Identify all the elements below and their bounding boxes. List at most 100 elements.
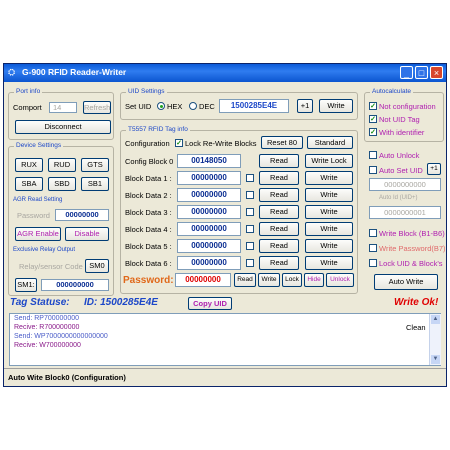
comport-select[interactable]: 14 xyxy=(49,102,77,113)
block-data-1-write-button[interactable]: Write xyxy=(305,171,353,185)
relay-code-label: Relay/sensor Code xyxy=(19,262,83,271)
block-data-2-read-button[interactable]: Read xyxy=(259,188,299,202)
close-button[interactable]: × xyxy=(430,66,443,79)
lock-rewrite-checkbox[interactable]: ✓ xyxy=(175,139,183,147)
write-password-checkbox[interactable] xyxy=(369,244,377,252)
block-data-6-read-button[interactable]: Read xyxy=(259,256,299,270)
pw-write-button[interactable]: Write xyxy=(258,273,280,287)
not-uid-tag-checkbox[interactable]: ✓ xyxy=(369,115,377,123)
block-data-6-checkbox[interactable] xyxy=(246,259,254,267)
block-data-3-field[interactable]: 00000000 xyxy=(177,205,241,219)
block-data-4-read-button[interactable]: Read xyxy=(259,222,299,236)
auto-options-group: Auto Unlock Auto Set UID +1 0000000000 A… xyxy=(364,146,446,268)
title-bar: ⛭ G-900 RFID Reader-Writer _ □ × xyxy=(4,64,446,82)
config-read-button[interactable]: Read xyxy=(259,154,299,168)
block-data-3-write-button[interactable]: Write xyxy=(305,205,353,219)
auto-unlock-checkbox[interactable] xyxy=(369,151,377,159)
sm0-button[interactable]: SM0 xyxy=(85,259,109,273)
maximize-button[interactable]: □ xyxy=(415,66,428,79)
sm1-field[interactable]: 000000000 xyxy=(41,279,109,291)
log-scrollbar[interactable]: ▲ ▼ xyxy=(429,314,441,365)
lock-uid-checkbox[interactable] xyxy=(369,259,377,267)
uid-field[interactable]: 1500285E4E xyxy=(219,99,289,113)
port-info-group: Port info Comport 14 Refresh Disconnect xyxy=(8,88,114,140)
block-data-1-field[interactable]: 00000000 xyxy=(177,171,241,185)
block-data-5-write-button[interactable]: Write xyxy=(305,239,353,253)
set-uid-label: Set UID xyxy=(125,102,152,111)
config-block-label: Config Block 0 xyxy=(125,157,174,166)
agr-disable-button[interactable]: Disable xyxy=(65,227,109,241)
block-data-5-read-button[interactable]: Read xyxy=(259,239,299,253)
rud-button[interactable]: RUD xyxy=(48,158,76,172)
auto-uid-field[interactable]: 0000000000 xyxy=(369,178,441,191)
device-settings-group: Device Settings RUX RUD GTS SBA SBD SB1 … xyxy=(8,142,114,296)
tag-password-field[interactable]: 00000000 xyxy=(175,273,231,287)
minimize-button[interactable]: _ xyxy=(400,66,413,79)
auto-uid-plus-one-button[interactable]: +1 xyxy=(427,163,441,175)
auto-write-button[interactable]: Auto Write xyxy=(374,274,438,290)
with-identifier-label: With identifier xyxy=(379,128,425,137)
autocalculate-legend: Autocalculate xyxy=(370,88,414,95)
clean-button[interactable]: Clean xyxy=(406,323,426,332)
scroll-up-icon[interactable]: ▲ xyxy=(431,315,440,324)
config-block-field[interactable]: 00148050 xyxy=(177,154,241,168)
auto-set-uid-checkbox[interactable] xyxy=(369,166,377,174)
reset80-button[interactable]: Reset 80 xyxy=(261,136,303,149)
block-data-6-field[interactable]: 00000000 xyxy=(177,256,241,270)
block-data-1-checkbox[interactable] xyxy=(246,174,254,182)
not-configuration-label: Not configuration xyxy=(379,102,436,111)
auto-id-label: Auto Id (UID+) xyxy=(379,195,418,201)
sm1-button[interactable]: SM1: xyxy=(15,278,37,292)
dec-radio[interactable] xyxy=(189,102,197,110)
auto-id-field[interactable]: 0000000001 xyxy=(369,206,441,219)
rfid-app-icon: ⛭ xyxy=(8,67,16,77)
window-title: G-900 RFID Reader-Writer xyxy=(22,67,127,77)
gts-button[interactable]: GTS xyxy=(81,158,109,172)
write-lock-button[interactable]: Write Lock xyxy=(305,154,353,168)
autocalculate-group: Autocalculate ✓ Not configuration ✓ Not … xyxy=(364,88,444,142)
agr-password-field[interactable]: 00000000 xyxy=(55,209,109,221)
standard-button[interactable]: Standard xyxy=(307,136,353,149)
block-data-5-checkbox[interactable] xyxy=(246,242,254,250)
agr-password-label: Password xyxy=(17,211,50,220)
block-data-5-field[interactable]: 00000000 xyxy=(177,239,241,253)
block-data-3-read-button[interactable]: Read xyxy=(259,205,299,219)
block-data-2-checkbox[interactable] xyxy=(246,191,254,199)
pw-read-button[interactable]: Read xyxy=(234,273,256,287)
block-data-3-checkbox[interactable] xyxy=(246,208,254,216)
scroll-down-icon[interactable]: ▼ xyxy=(431,355,440,364)
write-block-label: Write Block (B1-B6) xyxy=(379,229,445,238)
configuration-label: Configuration xyxy=(125,139,170,148)
with-identifier-checkbox[interactable]: ✓ xyxy=(369,128,377,136)
disconnect-button[interactable]: Disconnect xyxy=(15,120,111,134)
relay-output-label: Exclusive Relay Output xyxy=(13,247,76,253)
pw-lock-button[interactable]: Lock xyxy=(282,273,302,287)
agr-enable-button[interactable]: AGR Enable xyxy=(15,227,61,241)
pw-unlock-button[interactable]: Unlock xyxy=(326,273,354,287)
sb1-button[interactable]: SB1 xyxy=(81,177,109,191)
write-block-checkbox[interactable] xyxy=(369,229,377,237)
refresh-button[interactable]: Refresh xyxy=(83,101,111,114)
log-line: Send: RP700000000 xyxy=(14,315,79,322)
write-password-label: Write Password(B7) xyxy=(379,244,446,253)
hex-radio[interactable] xyxy=(157,102,165,110)
log-area[interactable]: Send: RP700000000 Recive: R700000000 Sen… xyxy=(9,313,441,366)
block-data-3-label: Block Data 3 : xyxy=(125,208,172,217)
block-data-4-field[interactable]: 00000000 xyxy=(177,222,241,236)
block-data-2-write-button[interactable]: Write xyxy=(305,188,353,202)
not-configuration-checkbox[interactable]: ✓ xyxy=(369,102,377,110)
block-data-6-write-button[interactable]: Write xyxy=(305,256,353,270)
comport-label: Comport xyxy=(13,103,42,112)
uid-write-button[interactable]: Write xyxy=(319,99,353,113)
block-data-4-write-button[interactable]: Write xyxy=(305,222,353,236)
pw-hide-button[interactable]: Hide xyxy=(304,273,324,287)
dec-label: DEC xyxy=(199,102,215,111)
copy-uid-button[interactable]: Copy UID xyxy=(188,297,232,310)
sba-button[interactable]: SBA xyxy=(15,177,43,191)
sbd-button[interactable]: SBD xyxy=(48,177,76,191)
uid-plus-one-button[interactable]: +1 xyxy=(297,99,313,113)
rux-button[interactable]: RUX xyxy=(15,158,43,172)
block-data-4-checkbox[interactable] xyxy=(246,225,254,233)
block-data-2-field[interactable]: 00000000 xyxy=(177,188,241,202)
block-data-1-read-button[interactable]: Read xyxy=(259,171,299,185)
